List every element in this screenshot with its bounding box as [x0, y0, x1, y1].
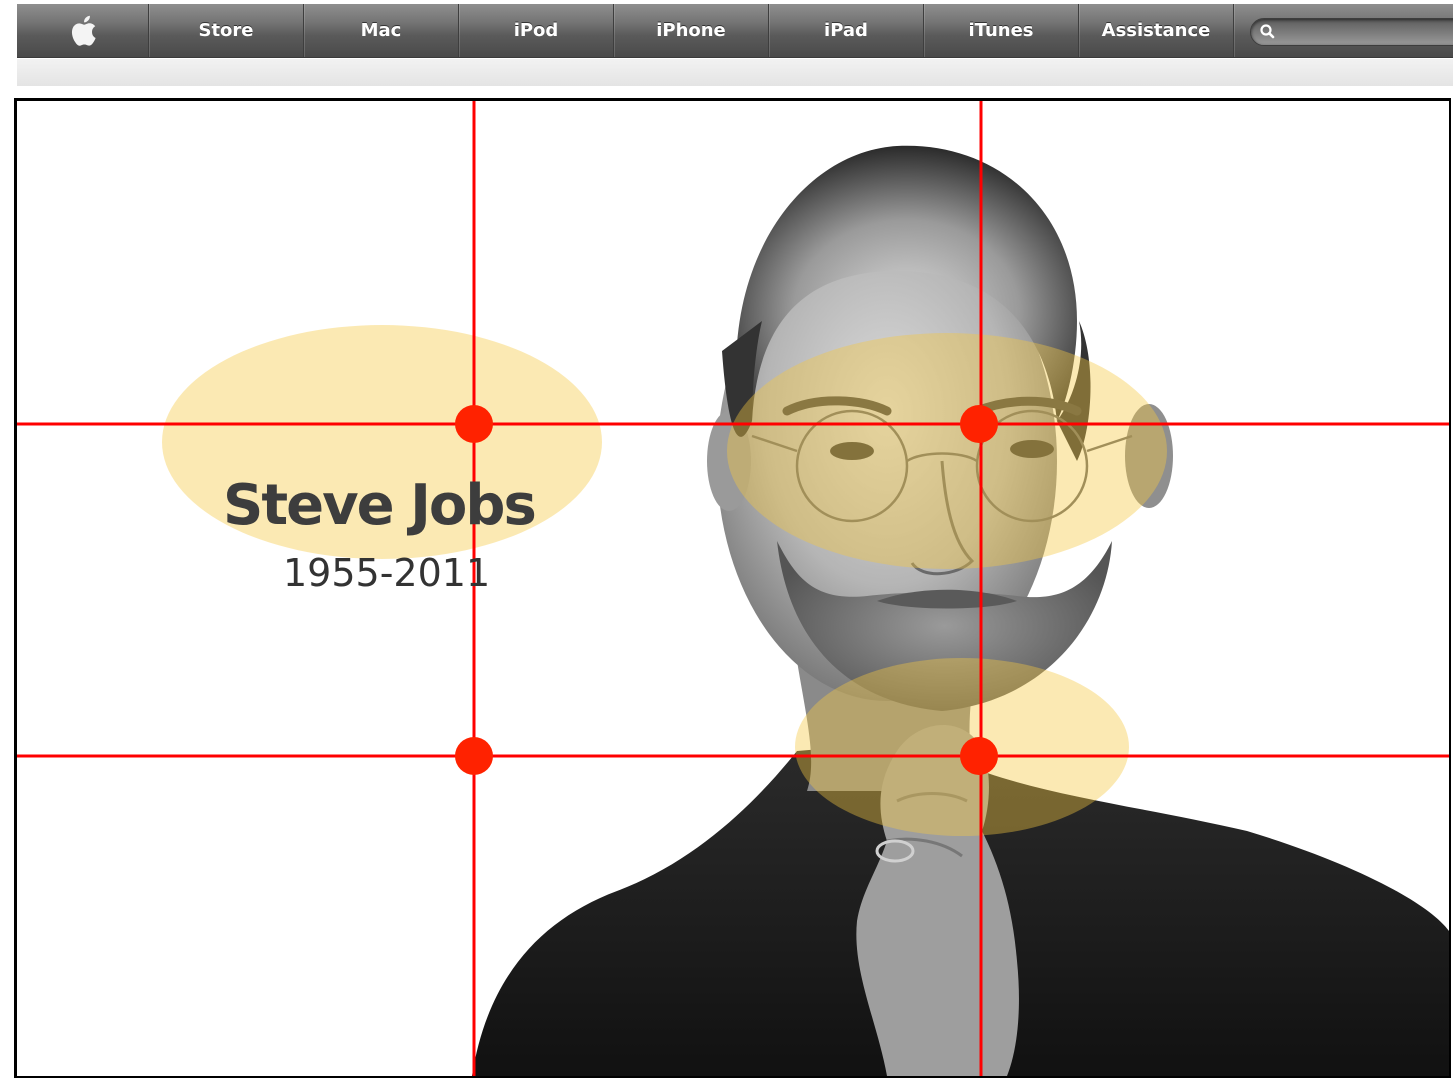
feature-years: 1955-2011 — [283, 551, 491, 595]
nav-item-store[interactable]: Store — [149, 4, 304, 57]
search-input[interactable] — [1281, 21, 1435, 45]
nav-label: Store — [198, 20, 254, 41]
nav-search-area — [1234, 4, 1453, 57]
nav-label: iPad — [824, 20, 868, 41]
intersection-point — [960, 405, 998, 443]
portrait-photo — [17, 101, 1449, 1076]
nav-item-assistance[interactable]: Assistance — [1079, 4, 1234, 57]
intersection-point — [455, 405, 493, 443]
apple-logo-link[interactable] — [17, 4, 149, 57]
nav-item-itunes[interactable]: iTunes — [924, 4, 1079, 57]
search-icon — [1260, 24, 1275, 39]
nav-item-ipad[interactable]: iPad — [769, 4, 924, 57]
feature-image-frame: Steve Jobs 1955-2011 — [14, 98, 1451, 1078]
nav-label: Assistance — [1101, 20, 1211, 41]
nav-item-ipod[interactable]: iPod — [459, 4, 614, 57]
feature-title: Steve Jobs — [223, 473, 537, 538]
intersection-point — [960, 737, 998, 775]
sub-navigation-bar — [17, 59, 1453, 86]
intersection-point — [455, 737, 493, 775]
nav-label: iPhone — [656, 20, 726, 41]
search-box[interactable] — [1250, 18, 1453, 46]
nav-label: Mac — [360, 20, 402, 41]
apple-logo-icon — [71, 15, 96, 46]
nav-item-mac[interactable]: Mac — [304, 4, 459, 57]
highlight-eyes — [727, 333, 1167, 569]
nav-label: iPod — [513, 20, 559, 41]
global-nav-bar: Store Mac iPod iPhone iPad iTunes Assist… — [17, 4, 1453, 58]
nav-item-iphone[interactable]: iPhone — [614, 4, 769, 57]
nav-label: iTunes — [968, 20, 1034, 41]
highlight-chin — [795, 658, 1129, 836]
